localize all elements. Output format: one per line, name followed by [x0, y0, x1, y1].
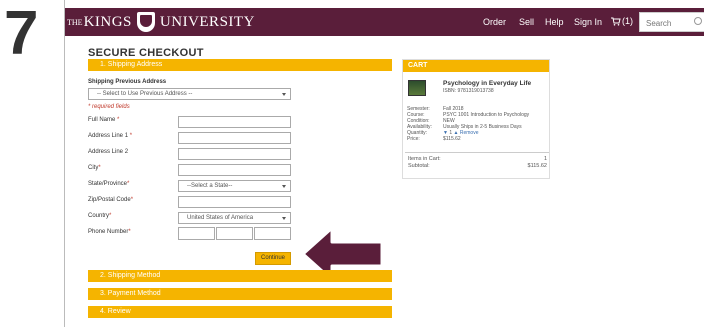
phone-prefix-field[interactable] — [216, 227, 253, 240]
logo-the: THE — [67, 17, 83, 27]
price-label: Price: — [407, 136, 420, 142]
nav-cart[interactable]: (1) — [611, 16, 633, 26]
university-logo[interactable]: THE KINGS UNIVERSITY — [67, 11, 255, 33]
search-icon[interactable] — [694, 17, 702, 25]
top-navbar: THE KINGS UNIVERSITY Order Sell Help Sig… — [65, 8, 704, 36]
full-name-label: Full Name * — [88, 117, 119, 123]
search-input[interactable] — [640, 14, 694, 33]
required-mark: * — [117, 117, 120, 123]
items-in-cart-value: 1 — [543, 156, 547, 162]
section-shipping-address-label: 1. Shipping Address — [100, 61, 163, 68]
remove-link[interactable]: Remove — [460, 130, 479, 136]
shield-icon — [136, 12, 155, 32]
subtotal-label: Subtotal: — [408, 163, 430, 169]
required-mark: * — [129, 133, 133, 139]
logo-university: UNIVERSITY — [159, 13, 255, 30]
section-shipping-address[interactable]: 1. Shipping Address — [88, 59, 392, 71]
address-line-2-label: Address Line 2 — [88, 149, 129, 155]
step-number: 7 — [4, 0, 39, 68]
previous-address-select[interactable]: -- Select to Use Previous Address -- — [88, 88, 291, 100]
book-cover-image — [408, 80, 426, 96]
nav-sell[interactable]: Sell — [519, 17, 534, 27]
chevron-down-icon — [282, 93, 286, 96]
search-box[interactable] — [639, 12, 704, 33]
required-fields-note: * required fields — [88, 104, 130, 110]
state-label: State/Province* — [88, 181, 129, 187]
book-isbn: ISBN: 9781319013738 — [443, 88, 494, 94]
state-label-text: State/Province — [88, 181, 128, 187]
nav-order[interactable]: Order — [483, 17, 506, 27]
city-field[interactable] — [178, 164, 291, 176]
state-select[interactable]: --Select a State-- — [178, 180, 291, 192]
phone-line-field[interactable] — [254, 227, 291, 240]
country-label-text: Country — [88, 213, 110, 219]
logo-kings: KINGS — [83, 13, 132, 30]
previous-address-select-value: -- Select to Use Previous Address -- — [97, 91, 193, 97]
course-value: PSYC 1001 Introduction to Psychology — [443, 112, 530, 118]
subtotal-value: $115.62 — [527, 163, 547, 169]
phone-label: Phone Number* — [88, 229, 131, 235]
state-select-value: --Select a State-- — [187, 183, 233, 189]
phone-area-field[interactable] — [178, 227, 215, 240]
country-select[interactable]: United States of America — [178, 212, 291, 224]
required-mark: * — [127, 181, 130, 187]
section-payment-method[interactable]: 3. Payment Method — [88, 288, 392, 300]
section-payment-method-label: 3. Payment Method — [100, 290, 161, 297]
section-shipping-method-label: 2. Shipping Method — [100, 272, 161, 279]
price-value: $115.62 — [443, 136, 461, 142]
zip-label-text: Zip/Postal Code — [88, 197, 131, 203]
section-shipping-method[interactable]: 2. Shipping Method — [88, 270, 392, 282]
nav-help[interactable]: Help — [545, 17, 564, 27]
full-name-field[interactable] — [178, 116, 291, 128]
zip-label: Zip/Postal Code* — [88, 197, 133, 203]
cart-totals: Items in Cart: 1 Subtotal: $115.62 — [405, 152, 549, 178]
cart-count: (1) — [622, 16, 633, 26]
address-line-1-field[interactable] — [178, 132, 291, 144]
cart-title: CART — [403, 60, 549, 72]
country-label: Country* — [88, 213, 111, 219]
items-in-cart-label: Items in Cart: — [408, 156, 441, 162]
full-name-label-text: Full Name — [88, 117, 116, 123]
phone-label-text: Phone Number — [88, 229, 129, 235]
chevron-down-icon — [282, 185, 286, 188]
required-mark: * — [109, 213, 112, 219]
book-title[interactable]: Psychology in Everyday Life — [443, 80, 531, 87]
page-title: SECURE CHECKOUT — [88, 47, 204, 59]
address-line-1-label: Address Line 1 * — [88, 133, 132, 139]
required-mark: * — [128, 229, 131, 235]
zip-field[interactable] — [178, 196, 291, 208]
required-mark: * — [130, 197, 134, 203]
previous-address-label: Shipping Previous Address — [88, 79, 167, 85]
section-review[interactable]: 4. Review — [88, 306, 392, 318]
cart-icon — [611, 17, 621, 26]
city-label-text: City — [88, 165, 99, 171]
required-mark: * — [98, 165, 101, 171]
country-select-value: United States of America — [187, 215, 254, 221]
continue-button[interactable]: Continue — [255, 252, 291, 265]
cart-panel: CART Psychology in Everyday Life ISBN: 9… — [402, 59, 550, 179]
chevron-down-icon — [282, 217, 286, 220]
address-line-1-label-text: Address Line 1 — [88, 133, 129, 139]
nav-sign-in[interactable]: Sign In — [574, 17, 602, 27]
city-label: City* — [88, 165, 101, 171]
section-review-label: 4. Review — [100, 308, 131, 315]
address-line-2-field[interactable] — [178, 148, 291, 160]
